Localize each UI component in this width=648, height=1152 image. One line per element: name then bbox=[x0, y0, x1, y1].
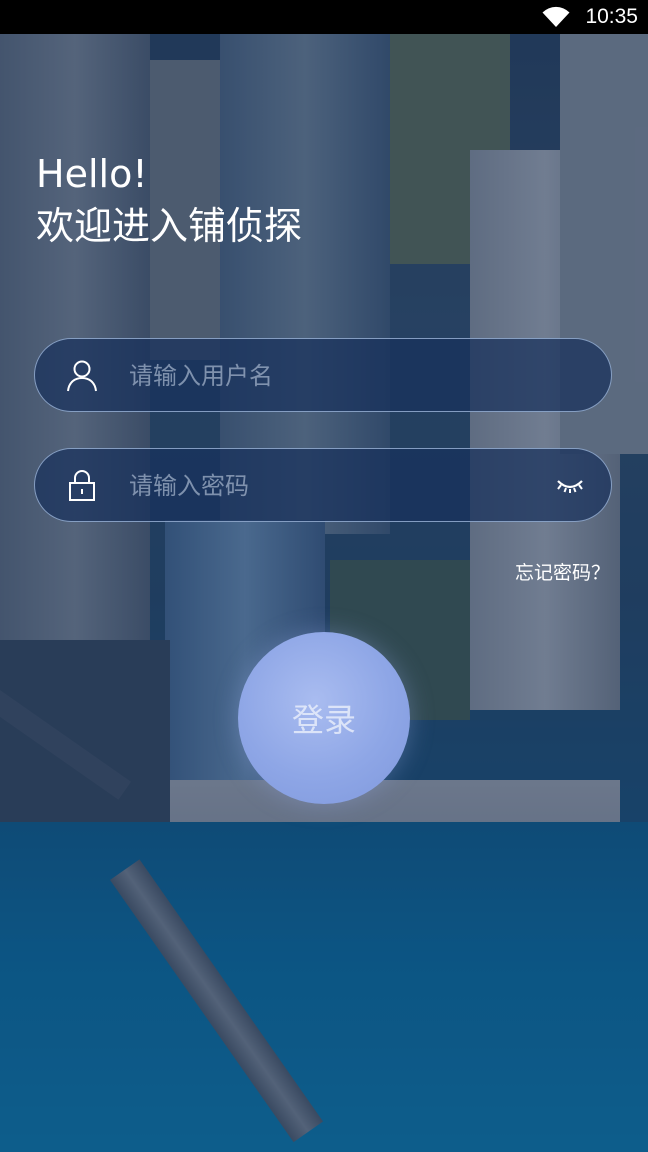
wifi-icon bbox=[542, 6, 570, 27]
greeting-welcome: 欢迎进入铺侦探 bbox=[36, 204, 303, 248]
lock-icon bbox=[69, 470, 95, 501]
forgot-password-link[interactable]: 忘记密码？ bbox=[515, 560, 610, 586]
login-button[interactable]: 登录 bbox=[238, 632, 410, 804]
username-field[interactable] bbox=[34, 338, 612, 412]
status-bar: 10:35 bbox=[0, 0, 648, 34]
greeting: Hello! 欢迎进入铺侦探 bbox=[36, 148, 302, 252]
password-field[interactable] bbox=[34, 448, 612, 522]
password-input[interactable] bbox=[127, 463, 551, 509]
greeting-hello: Hello! bbox=[36, 152, 148, 196]
login-screen: 10:35 Hello! 欢迎进入铺侦探 忘记密码？ 登录 bbox=[0, 0, 648, 1152]
user-icon bbox=[67, 360, 97, 392]
eye-closed-icon[interactable] bbox=[555, 475, 585, 497]
username-input[interactable] bbox=[127, 353, 551, 399]
status-time: 10:35 bbox=[585, 5, 638, 28]
